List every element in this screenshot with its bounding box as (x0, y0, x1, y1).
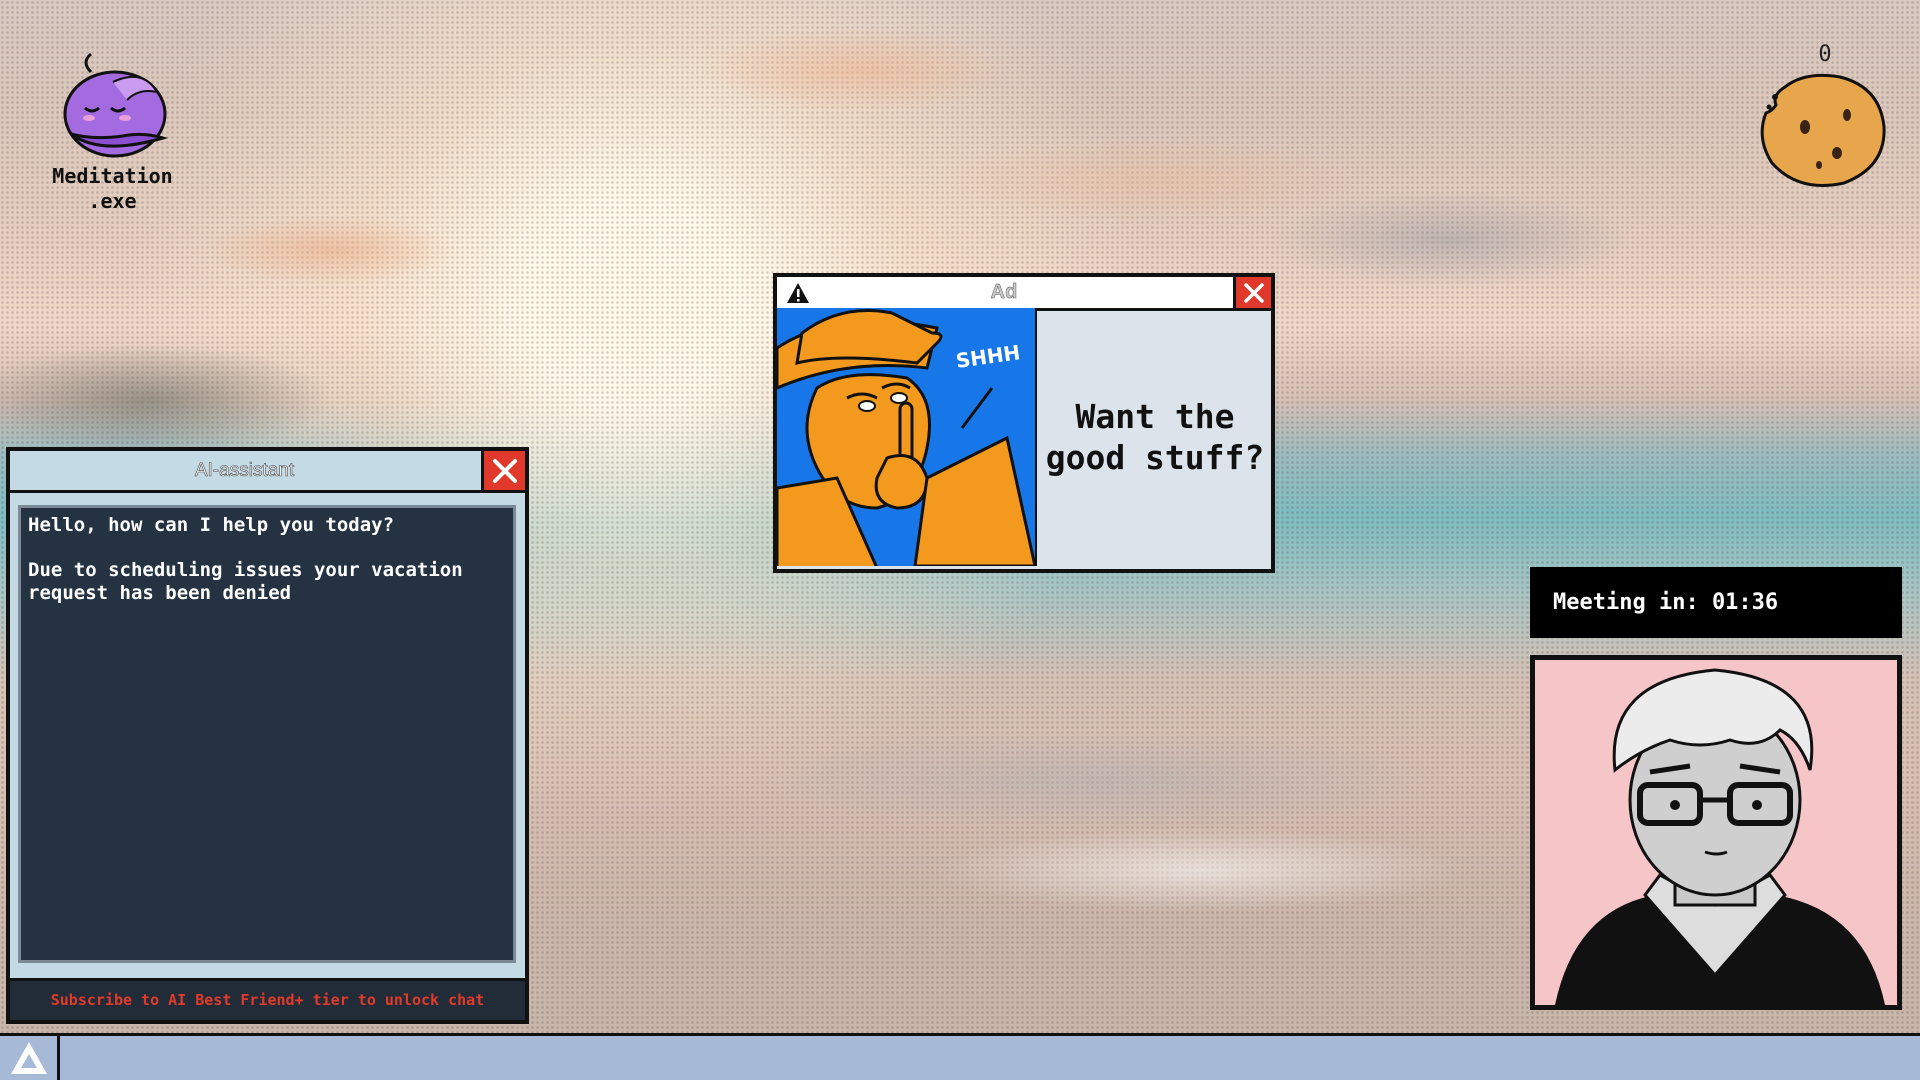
ad-titlebar[interactable]: Ad (777, 277, 1271, 311)
boss-webcam-feed (1530, 655, 1902, 1010)
subscribe-prompt[interactable]: Subscribe to AI Best Friend+ tier to unl… (10, 978, 525, 1020)
boss-portrait (1535, 660, 1897, 1005)
meditation-blob-icon (63, 52, 168, 158)
ai-assistant-titlebar[interactable]: AI-assistant (10, 451, 525, 493)
meditation-app-icon[interactable]: Meditation .exe (40, 42, 185, 214)
meeting-countdown: Meeting in: 01:36 (1530, 567, 1902, 638)
chat-message: Due to scheduling issues your vacation r… (28, 559, 463, 604)
ai-assistant-window[interactable]: AI-assistant Hello, how can I help you t… (6, 447, 529, 1024)
chat-message: Hello, how can I help you today? (28, 514, 395, 536)
meditation-app-label: Meditation .exe (52, 164, 173, 213)
cookie-counter[interactable]: 0 (1755, 42, 1895, 192)
ad-close-button[interactable] (1233, 277, 1271, 308)
ai-assistant-close-button[interactable] (481, 451, 525, 490)
close-icon (1243, 282, 1264, 303)
chat-log: Hello, how can I help you today? Due to … (18, 505, 516, 963)
triangle-logo-icon (10, 1042, 47, 1074)
taskbar (0, 1033, 1920, 1080)
close-icon (492, 458, 517, 483)
cookie-count: 0 (1818, 42, 1832, 67)
shushing-detective-illustration: SHHH (777, 308, 1035, 566)
cookie-icon (1760, 73, 1886, 187)
ad-illustration[interactable]: SHHH (777, 308, 1037, 566)
ai-assistant-title: AI-assistant (194, 460, 295, 482)
ad-headline: Want the good stuff? (1045, 397, 1265, 477)
ad-popup-window[interactable]: Ad SHHH Want the good stuff? (773, 273, 1275, 573)
start-button[interactable] (0, 1036, 60, 1080)
ad-title: Ad (990, 281, 1018, 304)
